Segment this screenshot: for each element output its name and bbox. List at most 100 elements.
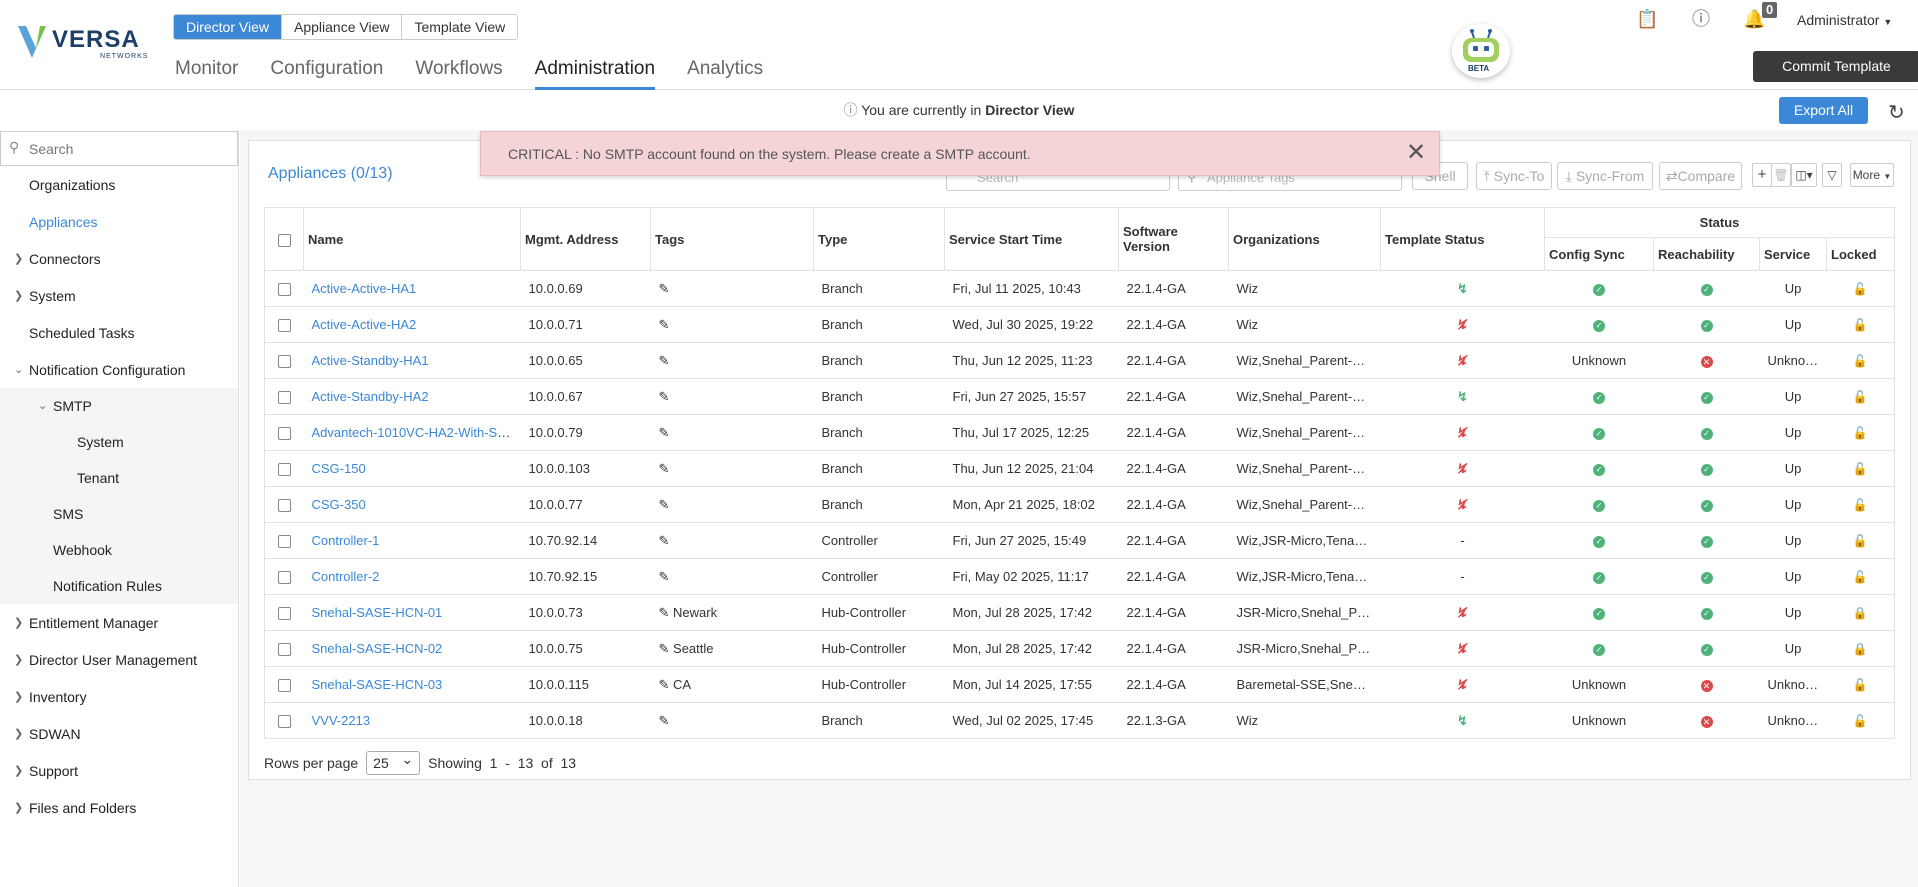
add-button[interactable]: + [1752, 163, 1772, 187]
nav-administration[interactable]: Administration [534, 58, 656, 90]
table-row[interactable]: Controller-1 10.70.92.14 ✎ Controller Fri, … [264, 522, 1896, 559]
versa-logo[interactable]: VERSA NETWORKS [18, 22, 147, 62]
row-checkbox[interactable] [277, 607, 291, 621]
unlocked-icon[interactable]: 🔓 [1853, 354, 1868, 368]
clipboard-icon[interactable]: 📋 [1636, 8, 1658, 30]
edit-tags-icon[interactable]: ✎ [659, 533, 670, 548]
sidebar-item-organizations[interactable]: Organizations [0, 167, 238, 203]
table-row[interactable]: Advantech-1010VC-HA2-With-Swi... 10.0.0.7… [264, 414, 1896, 451]
appliance-link[interactable]: CSG-150 [312, 461, 366, 476]
edit-tags-icon[interactable]: ✎ [659, 569, 670, 584]
unlocked-icon[interactable]: 🔓 [1853, 318, 1868, 332]
unlocked-icon[interactable]: 🔓 [1853, 678, 1868, 692]
appliance-link[interactable]: Controller-1 [312, 533, 380, 548]
sidebar-item-notification-configuration[interactable]: ⌄ Notification Configuration [0, 352, 238, 388]
refresh-icon[interactable]: ↻ [1888, 100, 1905, 125]
ai-assistant-button[interactable]: BETA [1452, 24, 1510, 78]
table-row[interactable]: Active-Standby-HA1 10.0.0.65 ✎ Branch Thu, … [264, 342, 1896, 379]
close-icon[interactable]: ✕ [1406, 138, 1426, 167]
edit-tags-icon[interactable]: ✎ [659, 677, 670, 692]
unlocked-icon[interactable]: 🔓 [1853, 462, 1868, 476]
sidebar-item-sms[interactable]: SMS [0, 496, 238, 532]
nav-configuration[interactable]: Configuration [270, 58, 383, 90]
sidebar-item-system[interactable]: ❯ System [0, 278, 238, 314]
header-tags[interactable]: Tags [650, 207, 814, 271]
row-checkbox[interactable] [277, 355, 291, 369]
edit-tags-icon[interactable]: ✎ [659, 713, 670, 728]
sidebar-item-inventory[interactable]: ❯ Inventory [0, 679, 238, 715]
header-organizations[interactable]: Organizations [1228, 207, 1381, 271]
unlocked-icon[interactable]: 🔓 [1853, 426, 1868, 440]
appliance-link[interactable]: Active-Standby-HA1 [312, 353, 429, 368]
appliance-link[interactable]: CSG-350 [312, 497, 366, 512]
sidebar-item-sdwan[interactable]: ❯ SDWAN [0, 716, 238, 752]
row-checkbox[interactable] [277, 571, 291, 585]
info-icon[interactable]: ⓘ [1690, 8, 1712, 30]
appliance-link[interactable]: Snehal-SASE-HCN-02 [312, 641, 443, 656]
columns-icon[interactable]: ◫▾ [1791, 163, 1817, 187]
locked-icon[interactable]: 🔒 [1853, 606, 1868, 620]
table-row[interactable]: VVV-2213 10.0.0.18 ✎ Branch Wed, Jul 02 202… [264, 702, 1896, 739]
sidebar-item-director-user-management[interactable]: ❯ Director User Management [0, 642, 238, 678]
header-software-version[interactable]: Software Version [1118, 207, 1229, 271]
export-all-button[interactable]: Export All [1779, 97, 1868, 124]
table-row[interactable]: CSG-150 10.0.0.103 ✎ Branch Thu, Jun 12 202… [264, 450, 1896, 487]
appliance-link[interactable]: Snehal-SASE-HCN-03 [312, 677, 443, 692]
sidebar-item-support[interactable]: ❯ Support [0, 753, 238, 789]
user-menu[interactable]: Administrator ▼ [1797, 12, 1892, 28]
sidebar-item-connectors[interactable]: ❯ Connectors [0, 241, 238, 277]
delete-icon[interactable]: 🗑 [1771, 163, 1791, 187]
edit-tags-icon[interactable]: ✎ [659, 461, 670, 476]
sidebar-item-notification-rules[interactable]: Notification Rules [0, 568, 238, 604]
unlocked-icon[interactable]: 🔓 [1853, 534, 1868, 548]
header-reachability[interactable]: Reachability [1653, 237, 1760, 271]
table-row[interactable]: Active-Standby-HA2 10.0.0.67 ✎ Branch Fri, … [264, 378, 1896, 415]
sidebar-item-smtp-system[interactable]: System [0, 424, 238, 460]
unlocked-icon[interactable]: 🔓 [1853, 282, 1868, 296]
table-row[interactable]: CSG-350 10.0.0.77 ✎ Branch Mon, Apr 21 2025… [264, 486, 1896, 523]
table-row[interactable]: Controller-2 10.70.92.15 ✎ Controller Fri, … [264, 558, 1896, 595]
sidebar-item-entitlement-manager[interactable]: ❯ Entitlement Manager [0, 605, 238, 641]
row-checkbox[interactable] [277, 391, 291, 405]
header-service[interactable]: Service [1759, 237, 1827, 271]
nav-workflows[interactable]: Workflows [415, 58, 502, 90]
sidebar-item-appliances[interactable]: Appliances [0, 204, 238, 240]
header-type[interactable]: Type [813, 207, 945, 271]
edit-tags-icon[interactable]: ✎ [659, 281, 670, 296]
row-checkbox[interactable] [277, 427, 291, 441]
edit-tags-icon[interactable]: ✎ [659, 389, 670, 404]
row-checkbox[interactable] [277, 643, 291, 657]
table-row[interactable]: Snehal-SASE-HCN-02 10.0.0.75 ✎ Seattle Hub-… [264, 630, 1896, 667]
row-checkbox[interactable] [277, 283, 291, 297]
appliance-link[interactable]: Active-Standby-HA2 [312, 389, 429, 404]
nav-monitor[interactable]: Monitor [175, 58, 238, 90]
compare-button[interactable]: ⇄Compare [1659, 162, 1742, 190]
row-checkbox[interactable] [277, 319, 291, 333]
row-checkbox[interactable] [277, 715, 291, 729]
filter-icon[interactable]: ▽ [1822, 163, 1842, 187]
locked-icon[interactable]: 🔒 [1853, 642, 1868, 656]
appliance-link[interactable]: Advantech-1010VC-HA2-With-Swi... [312, 425, 521, 440]
sidebar-item-smtp-tenant[interactable]: Tenant [0, 460, 238, 496]
sidebar-item-files-and-folders[interactable]: ❯ Files and Folders [0, 790, 238, 826]
unlocked-icon[interactable]: 🔓 [1853, 714, 1868, 728]
row-checkbox[interactable] [277, 679, 291, 693]
director-view-tab[interactable]: Director View [174, 15, 282, 39]
header-mgmt-address[interactable]: Mgmt. Address [520, 207, 651, 271]
edit-tags-icon[interactable]: ✎ [659, 425, 670, 440]
unlocked-icon[interactable]: 🔓 [1853, 390, 1868, 404]
more-dropdown[interactable]: More ▼ [1850, 163, 1894, 187]
commit-template-button[interactable]: Commit Template [1753, 51, 1918, 82]
header-service-start-time[interactable]: Service Start Time [944, 207, 1119, 271]
table-row[interactable]: Snehal-SASE-HCN-03 10.0.0.115 ✎ CA Hub-Cont… [264, 666, 1896, 703]
appliance-view-tab[interactable]: Appliance View [282, 15, 403, 39]
table-row[interactable]: Active-Active-HA1 10.0.0.69 ✎ Branch Fri, J… [264, 270, 1896, 307]
edit-tags-icon[interactable]: ✎ [659, 353, 670, 368]
select-all-checkbox[interactable] [277, 233, 291, 247]
header-config-sync[interactable]: Config Sync [1544, 237, 1654, 271]
edit-tags-icon[interactable]: ✎ [659, 317, 670, 332]
appliance-link[interactable]: Active-Active-HA2 [312, 317, 417, 332]
appliance-link[interactable]: Snehal-SASE-HCN-01 [312, 605, 443, 620]
edit-tags-icon[interactable]: ✎ [659, 497, 670, 512]
table-row[interactable]: Active-Active-HA2 10.0.0.71 ✎ Branch Wed, J… [264, 306, 1896, 343]
